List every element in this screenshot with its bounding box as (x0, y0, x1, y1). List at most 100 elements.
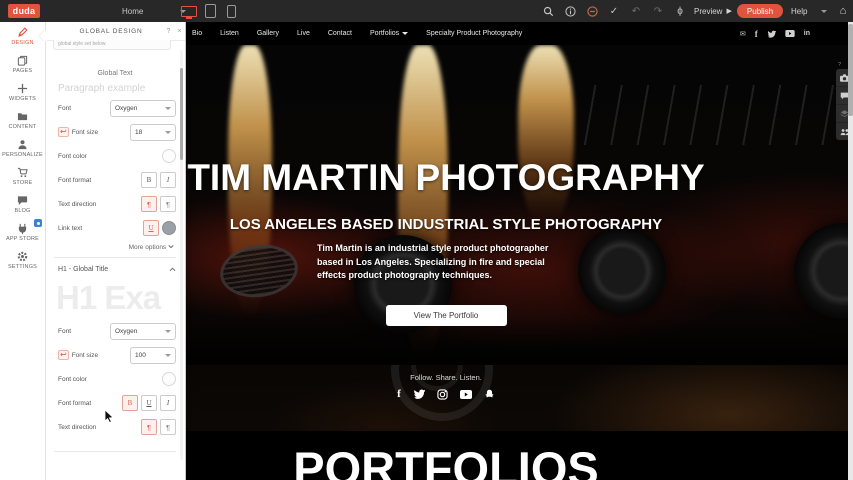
sidebar-item-app-store[interactable]: APP STORE (0, 218, 45, 246)
desktop-icon (181, 6, 197, 17)
nav-item-specialty[interactable]: Specialty Product Photography (426, 30, 522, 37)
nav-item-contact[interactable]: Contact (328, 30, 352, 37)
sidebar-item-settings[interactable]: SETTINGS (0, 246, 45, 274)
car-wheel (794, 223, 848, 319)
sidebar-item-blog[interactable]: BLOG (0, 190, 45, 218)
home-icon: ⌂ (840, 5, 847, 17)
font-select[interactable]: Oxygen (110, 100, 176, 117)
instagram-icon[interactable] (437, 388, 448, 400)
panel-scrollbar[interactable] (180, 50, 183, 460)
link-color-swatch[interactable] (162, 221, 176, 235)
h1-italic-button[interactable]: I (160, 395, 176, 411)
preview-button[interactable]: Preview ▶ (694, 0, 732, 22)
gear-icon (17, 251, 28, 262)
follow-heading[interactable]: Follow. Share. Listen. (186, 373, 706, 382)
float-help-button[interactable]: ? (838, 62, 841, 68)
sidebar-label: PERSONALIZE (2, 152, 43, 158)
screenshot-tool-button[interactable] (836, 69, 848, 87)
desktop-view-button[interactable] (180, 4, 198, 18)
link-underline-button[interactable]: U (143, 220, 159, 236)
h1-font-color-swatch[interactable] (162, 372, 176, 386)
more-options-link[interactable]: More options (45, 244, 174, 251)
reset-icon[interactable]: ↩ (58, 127, 69, 137)
sidebar-label: APP STORE (6, 236, 39, 242)
h1-font-color-row: Font color (58, 367, 176, 391)
italic-button[interactable]: I (160, 172, 176, 188)
nav-item-live[interactable]: Live (297, 30, 310, 37)
nav-item-listen[interactable]: Listen (220, 30, 239, 37)
hero-subtitle[interactable]: LOS ANGELES BASED INDUSTRIAL STYLE PHOTO… (186, 216, 706, 233)
sidebar-item-personalize[interactable]: PERSONALIZE (0, 134, 45, 162)
redo-button[interactable]: ↷ (648, 0, 668, 22)
help-dropdown[interactable]: Help (791, 0, 827, 22)
email-icon[interactable]: ✉ (740, 30, 746, 38)
mobile-view-button[interactable] (226, 4, 236, 18)
youtube-icon[interactable] (460, 388, 472, 400)
h1-bold-button[interactable]: B (122, 395, 138, 411)
hero-section[interactable]: TIM MARTIN PHOTOGRAPHY LOS ANGELES BASED… (186, 45, 848, 387)
font-size-select[interactable]: 18 (130, 124, 176, 141)
youtube-icon[interactable] (785, 30, 795, 37)
portfolios-title[interactable]: PORTFOLIOS (186, 441, 706, 480)
h1-font-select[interactable]: Oxygen (110, 323, 176, 340)
dev-mode-button[interactable]: ϕ (670, 0, 690, 22)
comments-tool-button[interactable] (836, 87, 848, 105)
chevron-down-icon (165, 354, 171, 357)
ltr-button[interactable]: ¶ (141, 196, 157, 212)
twitter-icon[interactable] (413, 388, 425, 400)
twitter-icon[interactable] (767, 30, 776, 38)
sidebar-item-design[interactable]: DESIGN (0, 22, 45, 50)
saved-check-button[interactable]: ✓ (604, 0, 624, 22)
follow-social-icons: f (186, 388, 706, 400)
h1-underline-button[interactable]: U (141, 395, 157, 411)
nav-item-bio[interactable]: Bio (192, 30, 202, 37)
top-toolbar: duda Home ✓ ↶ ↷ ϕ Preview ▶ Publish Help (0, 0, 853, 22)
h1-rtl-button[interactable]: ¶ (160, 419, 176, 435)
facebook-icon[interactable]: f (755, 29, 758, 39)
search-icon (543, 6, 554, 17)
duda-logo[interactable]: duda (8, 4, 40, 18)
portfolios-section[interactable]: PORTFOLIOS (186, 431, 848, 480)
bold-button[interactable]: B (141, 172, 157, 188)
hero-body-text[interactable]: Tim Martin is an industrial style produc… (317, 242, 575, 283)
panel-scrollbar-thumb[interactable] (180, 68, 183, 160)
page-scrollbar-thumb[interactable] (848, 24, 853, 116)
play-icon: ▶ (726, 7, 731, 15)
h1-section-header[interactable]: H1 - Global Title (58, 266, 176, 273)
sidebar-item-pages[interactable]: PAGES (0, 50, 45, 78)
reset-icon[interactable]: ↩ (58, 350, 69, 360)
font-color-swatch[interactable] (162, 149, 176, 163)
panel-close-button[interactable]: × (174, 28, 185, 35)
nav-item-portfolios[interactable]: Portfolios (370, 30, 408, 37)
layers-tool-button[interactable] (836, 105, 848, 123)
team-tool-button[interactable] (836, 123, 848, 140)
nav-item-gallery[interactable]: Gallery (257, 30, 279, 37)
dashboard-home-button[interactable]: ⌂ (836, 0, 850, 22)
h1-font-size-select[interactable]: 100 (130, 347, 176, 364)
sidebar-item-content[interactable]: CONTENT (0, 106, 45, 134)
view-portfolio-button[interactable]: View The Portfolio (386, 305, 507, 326)
linkedin-icon[interactable]: in (804, 30, 810, 37)
chevron-down-icon (165, 330, 171, 333)
follow-section[interactable]: Follow. Share. Listen. f (186, 365, 848, 431)
undo-button[interactable]: ↶ (626, 0, 646, 22)
sidebar-item-store[interactable]: STORE (0, 162, 45, 190)
check-icon: ✓ (610, 6, 618, 17)
feedback-button[interactable] (582, 0, 602, 22)
sidebar-item-widgets[interactable]: WIDGETS (0, 78, 45, 106)
site-canvas: Bio Listen Gallery Live Contact Portfoli… (186, 22, 848, 480)
search-button[interactable] (538, 0, 558, 22)
nav-social-icons: ✉ f in (740, 22, 810, 45)
panel-help-button[interactable]: ? (163, 28, 174, 35)
h1-ltr-button[interactable]: ¶ (141, 419, 157, 435)
chevron-down-icon (821, 10, 827, 13)
info-button[interactable] (560, 0, 580, 22)
tablet-view-button[interactable] (204, 4, 216, 18)
publish-button[interactable]: Publish (737, 4, 783, 18)
facebook-icon[interactable]: f (397, 388, 401, 400)
page-scrollbar[interactable] (848, 22, 853, 480)
hero-title[interactable]: TIM MARTIN PHOTOGRAPHY (186, 157, 706, 199)
design-brush-icon (17, 27, 28, 38)
snapchat-icon[interactable] (484, 388, 495, 400)
rtl-button[interactable]: ¶ (160, 196, 176, 212)
